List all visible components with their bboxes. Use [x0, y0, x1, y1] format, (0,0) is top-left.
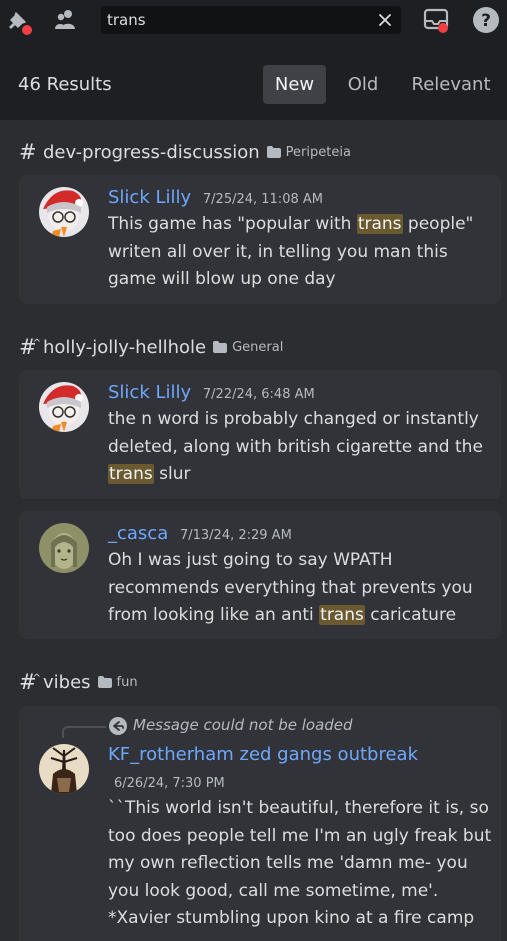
message-header: Slick Lilly 7/25/24, 11:08 AM: [108, 187, 323, 208]
message-text: caricature: [364, 605, 457, 625]
search-query[interactable]: trans: [107, 11, 146, 29]
channel-heading[interactable]: # dev-progress-discussion Peripeteia: [19, 140, 351, 164]
author-name[interactable]: _casca: [108, 523, 168, 544]
folder-icon: [266, 146, 281, 158]
message-text: slur: [153, 464, 191, 484]
timestamp: 7/13/24, 2:29 AM: [179, 528, 292, 543]
timestamp: 7/25/24, 11:08 AM: [202, 192, 323, 207]
category-name: General: [232, 339, 284, 355]
search-result-message[interactable]: Slick Lilly 7/22/24, 6:48 AM the n word …: [19, 370, 501, 499]
avatar[interactable]: [39, 744, 89, 794]
channel-name[interactable]: vibes: [43, 672, 91, 693]
inbox-icon[interactable]: [422, 5, 452, 35]
author-name[interactable]: Slick Lilly: [108, 187, 191, 208]
tab-sort-relevant[interactable]: Relevant: [404, 65, 498, 104]
message-header: Slick Lilly 7/22/24, 6:48 AM: [108, 382, 315, 403]
reply-connector: [62, 726, 106, 738]
tab-sort-old[interactable]: Old: [338, 65, 388, 104]
channel-name[interactable]: holly-jolly-hellhole: [43, 337, 206, 358]
message-content: the n word is probably changed or instan…: [108, 406, 493, 489]
avatar[interactable]: [39, 523, 89, 573]
message-content: This game has "popular with trans people…: [108, 211, 493, 294]
clear-icon[interactable]: [377, 12, 393, 28]
channel-name[interactable]: dev-progress-discussion: [43, 142, 260, 163]
message-text: This game has "popular with: [108, 214, 357, 234]
channel-heading[interactable]: #^ vibes fun: [19, 670, 138, 694]
search-highlight: trans: [108, 464, 154, 484]
pin-icon[interactable]: [3, 5, 33, 35]
folder-icon: [97, 676, 112, 688]
search-result-message[interactable]: Message could not be loaded KF_rotherham…: [19, 706, 501, 941]
reply-unavailable-note[interactable]: Message could not be loaded: [133, 716, 353, 734]
results-header: 46 Results New Old Relevant: [0, 50, 507, 120]
author-name[interactable]: Slick Lilly: [108, 382, 191, 403]
tab-sort-new[interactable]: New: [263, 65, 326, 104]
avatar[interactable]: [39, 187, 89, 237]
author-name[interactable]: KF_rotherham zed gangs outbreak: [108, 744, 418, 765]
category-name: fun: [116, 674, 138, 690]
help-icon[interactable]: ?: [471, 5, 501, 35]
results-count: 46 Results: [18, 74, 112, 95]
channel-heading[interactable]: #^ holly-jolly-hellhole General: [19, 335, 283, 359]
category-name: Peripeteia: [285, 144, 351, 160]
thread-channel-icon: #^: [19, 670, 41, 694]
message-text: the n word is probably changed or instan…: [108, 409, 483, 457]
timestamp: 7/22/24, 6:48 AM: [202, 387, 315, 402]
search-highlight: trans: [356, 214, 403, 234]
folder-icon: [213, 341, 228, 353]
search-result-message[interactable]: _casca 7/13/24, 2:29 AM Oh I was just go…: [19, 511, 501, 639]
reply-icon: [109, 717, 127, 735]
top-bar: trans ?: [0, 0, 507, 50]
members-icon[interactable]: [50, 5, 80, 35]
text-channel-icon: #: [19, 140, 37, 164]
message-header: _casca 7/13/24, 2:29 AM: [108, 523, 292, 544]
search-highlight: trans: [319, 605, 365, 625]
search-result-message[interactable]: Slick Lilly 7/25/24, 11:08 AM This game …: [19, 175, 501, 304]
avatar[interactable]: [39, 382, 89, 432]
svg-text:?: ?: [481, 11, 491, 31]
message-content: Oh I was just going to say WPATH recomme…: [108, 547, 493, 630]
thread-channel-icon: #^: [19, 335, 41, 359]
timestamp: 6/26/24, 7:30 PM: [114, 776, 225, 791]
message-content: ``This world isn't beautiful, therefore …: [108, 798, 492, 928]
search-input[interactable]: trans: [101, 6, 401, 34]
